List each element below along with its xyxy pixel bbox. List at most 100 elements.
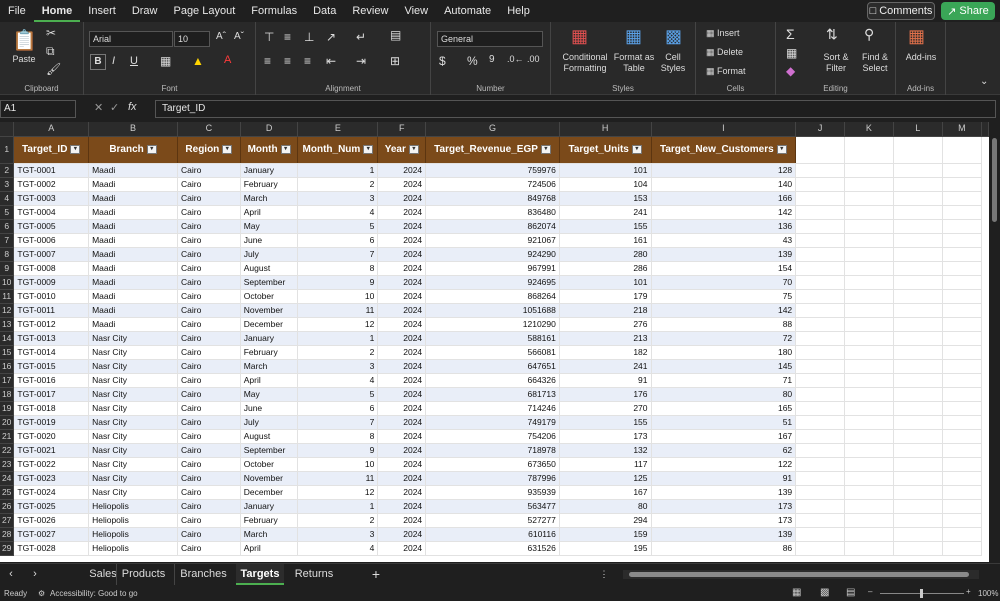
table-cell[interactable]: 588161 (425, 331, 560, 346)
table-cell[interactable]: March (240, 359, 299, 374)
table-cell[interactable]: TGT-0006 (13, 233, 90, 248)
table-cell[interactable]: Maadi (88, 233, 178, 248)
table-cell[interactable]: Cairo (177, 429, 241, 444)
select-all-corner[interactable] (0, 122, 15, 137)
table-cell[interactable]: September (240, 275, 299, 290)
table-cell[interactable]: 161 (559, 233, 652, 248)
table-cell[interactable]: 154 (651, 261, 797, 276)
row-header[interactable]: 21 (0, 429, 15, 444)
table-cell[interactable]: 117 (559, 457, 652, 472)
empty-cell[interactable] (844, 233, 894, 248)
table-cell[interactable]: 647651 (425, 359, 560, 374)
format-as-table-icon[interactable]: ▦ (625, 26, 642, 47)
menu-review[interactable]: Review (344, 0, 396, 22)
empty-cell[interactable] (844, 303, 894, 318)
wrap-icon[interactable]: ▤ (390, 28, 401, 42)
row-header[interactable]: 26 (0, 499, 15, 514)
empty-cell[interactable] (893, 457, 943, 472)
sort-filter-button[interactable]: Sort & Filter (816, 52, 856, 74)
empty-cell[interactable] (795, 485, 845, 500)
empty-cell[interactable] (893, 289, 943, 304)
table-cell[interactable]: Cairo (177, 499, 241, 514)
add-sheet-icon[interactable]: + (364, 564, 388, 585)
row-header[interactable]: 18 (0, 387, 15, 402)
filter-dropdown-icon[interactable]: ▾ (280, 144, 291, 154)
table-cell[interactable]: 80 (559, 499, 652, 514)
row-header[interactable]: 24 (0, 471, 15, 486)
table-cell[interactable]: 921067 (425, 233, 560, 248)
table-cell[interactable]: 1210290 (425, 317, 560, 332)
empty-cell[interactable] (893, 191, 943, 206)
empty-cell[interactable] (942, 499, 983, 514)
table-cell[interactable]: TGT-0005 (13, 219, 90, 234)
table-cell[interactable]: 3 (297, 359, 379, 374)
row-header[interactable]: 29 (0, 541, 15, 556)
table-header-cell[interactable]: Target_Revenue_EGP ▾ (425, 136, 560, 164)
table-cell[interactable]: 2024 (377, 163, 427, 178)
table-cell[interactable]: 4 (297, 541, 379, 556)
table-cell[interactable]: 128 (651, 163, 797, 178)
table-cell[interactable]: 6 (297, 401, 379, 416)
row-header[interactable]: 12 (0, 303, 15, 318)
table-cell[interactable]: Heliopolis (88, 541, 178, 556)
filter-dropdown-icon[interactable]: ▾ (70, 144, 81, 154)
empty-cell[interactable] (795, 136, 845, 164)
zoom-level[interactable]: 100% (978, 589, 998, 598)
table-cell[interactable]: June (240, 233, 299, 248)
sheet-tab-branches[interactable]: Branches (174, 564, 232, 585)
table-cell[interactable]: 88 (651, 317, 797, 332)
table-cell[interactable]: Cairo (177, 457, 241, 472)
table-header-cell[interactable]: Year ▾ (377, 136, 427, 164)
share-button[interactable]: ↗ Share (941, 2, 995, 20)
empty-cell[interactable] (893, 471, 943, 486)
row-header[interactable]: 6 (0, 219, 15, 234)
table-header-cell[interactable]: Target_Units ▾ (559, 136, 652, 164)
find-select-icon[interactable]: ⚲ (864, 26, 874, 43)
zoom-in-icon[interactable]: + (966, 587, 971, 596)
table-cell[interactable]: 2024 (377, 303, 427, 318)
table-cell[interactable]: 2024 (377, 485, 427, 500)
table-cell[interactable]: 924695 (425, 275, 560, 290)
table-cell[interactable]: 12 (297, 317, 379, 332)
table-cell[interactable]: 71 (651, 373, 797, 388)
table-cell[interactable]: 8 (297, 429, 379, 444)
empty-cell[interactable] (893, 163, 943, 178)
table-cell[interactable]: 935939 (425, 485, 560, 500)
empty-cell[interactable] (844, 415, 894, 430)
table-cell[interactable]: 6 (297, 233, 379, 248)
table-cell[interactable]: 286 (559, 261, 652, 276)
menu-automate[interactable]: Automate (436, 0, 499, 22)
table-cell[interactable]: March (240, 191, 299, 206)
table-cell[interactable]: 139 (651, 527, 797, 542)
empty-cell[interactable] (795, 457, 845, 472)
number-format-select[interactable]: General (437, 31, 543, 47)
font-color-icon[interactable]: A (224, 54, 231, 66)
table-cell[interactable]: TGT-0018 (13, 401, 90, 416)
table-cell[interactable]: 2024 (377, 205, 427, 220)
table-cell[interactable]: 2024 (377, 443, 427, 458)
empty-cell[interactable] (795, 443, 845, 458)
table-cell[interactable]: 155 (559, 219, 652, 234)
filter-dropdown-icon[interactable]: ▾ (631, 144, 642, 154)
table-cell[interactable]: October (240, 289, 299, 304)
empty-cell[interactable] (942, 373, 983, 388)
table-cell[interactable]: 101 (559, 163, 652, 178)
table-cell[interactable]: Maadi (88, 191, 178, 206)
table-cell[interactable]: 2024 (377, 471, 427, 486)
table-cell[interactable]: Cairo (177, 401, 241, 416)
table-cell[interactable]: May (240, 387, 299, 402)
table-cell[interactable]: 2024 (377, 275, 427, 290)
empty-cell[interactable] (795, 387, 845, 402)
sheet-tab-returns[interactable]: Returns (288, 564, 340, 585)
table-cell[interactable]: TGT-0025 (13, 499, 90, 514)
table-cell[interactable]: 11 (297, 471, 379, 486)
font-size-select[interactable]: 10 (174, 31, 210, 47)
table-cell[interactable]: 10 (297, 289, 379, 304)
table-cell[interactable]: Cairo (177, 261, 241, 276)
table-header-cell[interactable]: Target_New_Customers ▾ (651, 136, 797, 164)
empty-cell[interactable] (893, 373, 943, 388)
filter-dropdown-icon[interactable]: ▾ (408, 144, 419, 154)
filter-dropdown-icon[interactable]: ▾ (363, 144, 374, 154)
table-cell[interactable]: TGT-0017 (13, 387, 90, 402)
table-cell[interactable]: 7 (297, 415, 379, 430)
